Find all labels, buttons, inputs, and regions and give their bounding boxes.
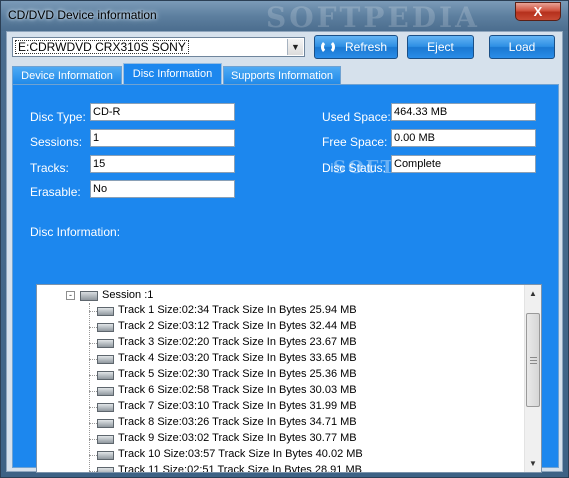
scroll-thumb[interactable]	[526, 313, 540, 407]
thumb-grip	[530, 363, 537, 364]
track-label: Track 2 Size:03:12 Track Size In Bytes 3…	[118, 320, 357, 332]
session-label: Session :1	[102, 289, 154, 301]
tree-connector-branch	[89, 343, 97, 344]
window-title: CD/DVD Device information	[8, 8, 157, 22]
track-drive-icon	[97, 403, 114, 412]
drive-select-value: E:CDRWDVD CRX310S SONY	[15, 40, 189, 54]
thumb-grip	[530, 357, 537, 358]
refresh-button-label: Refresh	[345, 40, 388, 54]
tree-scrollbar[interactable]: ▲ ▼	[524, 285, 541, 472]
client-area: E:CDRWDVD CRX310S SONY ▼ Refresh Eject L…	[6, 31, 563, 473]
track-label: Track 1 Size:02:34 Track Size In Bytes 2…	[118, 304, 357, 316]
thumb-grip	[530, 360, 537, 361]
tab-device-information[interactable]: Device Information	[12, 66, 122, 85]
sessions-label: Sessions:	[30, 135, 83, 149]
track-drive-icon	[97, 387, 114, 396]
track-label: Track 10 Size:03:57 Track Size In Bytes …	[118, 448, 363, 460]
disc-status-label: Disc Status:	[322, 161, 387, 175]
track-drive-icon	[97, 323, 114, 332]
track-drive-icon	[97, 355, 114, 364]
track-drive-icon	[97, 435, 114, 444]
free-space-field[interactable]: 0.00 MB	[391, 129, 536, 147]
tree-connector-line	[89, 303, 90, 472]
tree-connector-branch	[89, 359, 97, 360]
session-drive-icon	[80, 291, 98, 301]
eject-button[interactable]: Eject	[407, 35, 474, 59]
tracks-field[interactable]: 15	[90, 155, 235, 173]
track-label: Track 6 Size:02:58 Track Size In Bytes 3…	[118, 384, 357, 396]
erasable-label: Erasable:	[30, 185, 81, 199]
tree-connector-branch	[89, 471, 97, 472]
track-drive-icon	[97, 339, 114, 348]
disc-status-field[interactable]: Complete	[391, 155, 536, 173]
used-space-field[interactable]: 464.33 MB	[391, 103, 536, 121]
track-label: Track 5 Size:02:30 Track Size In Bytes 2…	[118, 368, 357, 380]
track-label: Track 4 Size:03:20 Track Size In Bytes 3…	[118, 352, 357, 364]
refresh-button[interactable]: Refresh	[314, 35, 398, 59]
tree-connector-branch	[89, 423, 97, 424]
disc-information-label: Disc Information:	[30, 225, 121, 239]
track-drive-icon	[97, 307, 114, 316]
chevron-down-icon[interactable]: ▼	[287, 39, 303, 55]
drive-select[interactable]: E:CDRWDVD CRX310S SONY ▼	[12, 37, 305, 57]
sessions-field[interactable]: 1	[90, 129, 235, 147]
track-label: Track 3 Size:02:20 Track Size In Bytes 2…	[118, 336, 357, 348]
track-drive-icon	[97, 467, 114, 472]
track-label: Track 8 Size:03:26 Track Size In Bytes 3…	[118, 416, 357, 428]
tree-connector-branch	[89, 439, 97, 440]
tree-connector-branch	[89, 327, 97, 328]
refresh-icon	[321, 40, 335, 54]
free-space-label: Free Space:	[322, 135, 388, 149]
track-label: Track 9 Size:03:02 Track Size In Bytes 3…	[118, 432, 357, 444]
scroll-up-arrow-icon[interactable]: ▲	[525, 285, 541, 302]
track-drive-icon	[97, 451, 114, 460]
scroll-down-arrow-icon[interactable]: ▼	[525, 455, 541, 472]
tree-connector-branch	[89, 375, 97, 376]
app-window: SOFTPEDIA CD/DVD Device information X E:…	[0, 0, 569, 478]
close-button[interactable]: X	[515, 2, 561, 21]
collapse-icon[interactable]: -	[66, 291, 75, 300]
erasable-field[interactable]: No	[90, 180, 235, 198]
tracks-label: Tracks:	[30, 161, 69, 175]
tree-connector-branch	[89, 391, 97, 392]
disc-type-label: Disc Type:	[30, 110, 86, 124]
disc-information-panel: Disc Type: CD-R Sessions: 1 Tracks: 15 E…	[12, 84, 559, 473]
tab-disc-information[interactable]: Disc Information	[123, 63, 222, 85]
used-space-label: Used Space:	[322, 110, 391, 124]
tab-supports-information[interactable]: Supports Information	[223, 66, 341, 85]
track-drive-icon	[97, 419, 114, 428]
softpedia-watermark: SOFTPEDIA	[266, 1, 480, 34]
disc-information-tree[interactable]: - Session :1 Track 1 Size:02:34 Track Si…	[36, 284, 542, 473]
tree-connector-branch	[89, 407, 97, 408]
tree-connector-branch	[89, 455, 97, 456]
title-bar[interactable]: SOFTPEDIA CD/DVD Device information X	[1, 1, 568, 34]
tree-viewport: - Session :1 Track 1 Size:02:34 Track Si…	[37, 285, 525, 472]
track-label: Track 11 Size:02:51 Track Size In Bytes …	[118, 464, 362, 472]
track-label: Track 7 Size:03:10 Track Size In Bytes 3…	[118, 400, 357, 412]
disc-type-field[interactable]: CD-R	[90, 103, 235, 121]
track-drive-icon	[97, 371, 114, 380]
tree-connector-branch	[89, 311, 97, 312]
load-button[interactable]: Load	[489, 35, 555, 59]
